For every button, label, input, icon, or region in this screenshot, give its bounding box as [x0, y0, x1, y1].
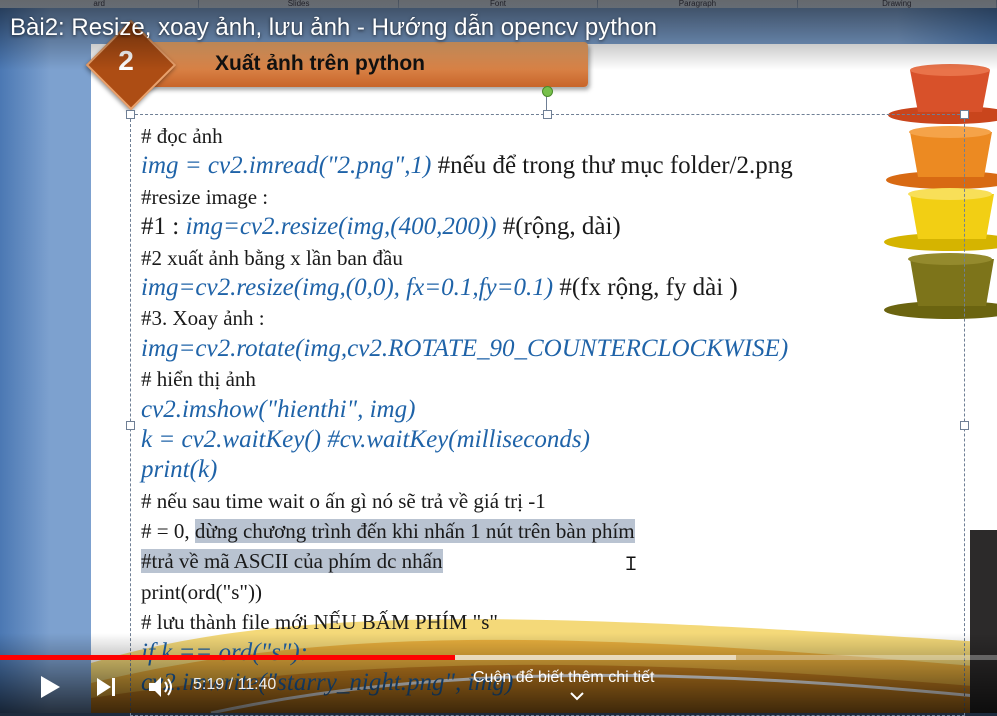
code-line: # hiển thị ảnh: [141, 364, 961, 394]
code-line: print(ord("s")): [141, 577, 961, 607]
scroll-for-details[interactable]: Cuộn để biết thêm chi tiết: [473, 669, 654, 687]
code-text: #3. Xoay ảnh :: [141, 306, 265, 331]
slide-code-text[interactable]: # đọc ảnh img = cv2.imread("2.png",1) #nế…: [141, 121, 961, 698]
code-line: # đọc ảnh: [141, 121, 961, 151]
code-text: img = cv2.imread("2.png",1): [141, 152, 438, 180]
play-icon[interactable]: [38, 675, 62, 699]
code-text: print(ord("s")): [141, 579, 262, 604]
resize-handle-mr[interactable]: [960, 421, 969, 430]
time-display: 5:19 / 11:40: [193, 676, 277, 693]
code-line: # = 0, dừng chương trình đến khi nhấn 1 …: [141, 516, 961, 546]
code-text: print(k): [141, 456, 218, 484]
code-line: #3. Xoay ảnh :: [141, 303, 961, 333]
next-icon[interactable]: [96, 677, 118, 697]
code-text: img=cv2.rotate(img,cv2.ROTATE_90_COUNTER…: [141, 334, 789, 362]
code-text: img=cv2.resize(img,(0,0), fx=0.1,fy=0.1): [141, 273, 560, 301]
rotate-handle[interactable]: [542, 86, 553, 97]
code-text: #1 :: [141, 213, 186, 241]
code-line: #resize image :: [141, 182, 961, 212]
code-text: # = 0,: [141, 519, 195, 544]
code-text: #2 xuất ảnh bằng x lần ban đầu: [141, 245, 403, 270]
code-line: #trả về mã ASCII của phím dc nhấn: [141, 546, 961, 576]
resize-handle-tc[interactable]: [543, 110, 552, 119]
code-line: img=cv2.rotate(img,cv2.ROTATE_90_COUNTER…: [141, 334, 961, 364]
code-line: img = cv2.imread("2.png",1) #nếu để tron…: [141, 151, 961, 181]
code-line: #2 xuất ảnh bằng x lần ban đầu: [141, 243, 961, 273]
selected-text: dừng chương trình đến khi nhấn 1 nút trê…: [194, 519, 635, 544]
volume-icon[interactable]: [148, 676, 174, 698]
video-title[interactable]: Bài2: Resize, xoay ảnh, lưu ảnh - Hướng …: [10, 14, 657, 42]
code-text: #(fx rộng, fy dài ): [559, 273, 738, 301]
code-line: img=cv2.resize(img,(0,0), fx=0.1,fy=0.1)…: [141, 273, 961, 303]
chevron-down-icon[interactable]: [570, 692, 584, 701]
code-line: print(k): [141, 455, 961, 485]
code-text: img=cv2.resize(img,(400,200)): [185, 213, 503, 241]
code-text: # đọc ảnh: [141, 124, 223, 148]
progress-bar[interactable]: [0, 655, 997, 660]
code-line: #1 : img=cv2.resize(img,(400,200)) #(rộn…: [141, 212, 961, 242]
text-cursor-icon: Ｉ: [622, 554, 640, 575]
code-text: cv2.imshow("hienthi", img): [141, 395, 416, 423]
selected-text: #trả về mã ASCII của phím dc nhấn: [141, 549, 443, 574]
code-line: k = cv2.waitKey() #cv.waitKey(millisecon…: [141, 425, 961, 455]
code-text: #nếu để trong thư mục folder/2.png: [437, 152, 793, 180]
code-text: # nếu sau time wait o ấn gì nó sẽ trả về…: [141, 488, 546, 513]
code-text: #(rộng, dài): [502, 213, 621, 241]
code-text: # lưu thành file mới NẾU BẤM PHÍM "s": [141, 610, 498, 635]
code-text: # hiển thị ảnh: [141, 367, 256, 392]
resize-handle-tr[interactable]: [960, 110, 969, 119]
resize-handle-tl[interactable]: [126, 110, 135, 119]
code-line: cv2.imshow("hienthi", img): [141, 395, 961, 425]
code-text: #resize image :: [141, 184, 269, 209]
code-line: # nếu sau time wait o ấn gì nó sẽ trả về…: [141, 486, 961, 516]
progress-played: [0, 655, 455, 660]
resize-handle-ml[interactable]: [126, 421, 135, 430]
code-text: k = cv2.waitKey() #cv.waitKey(millisecon…: [141, 425, 590, 453]
